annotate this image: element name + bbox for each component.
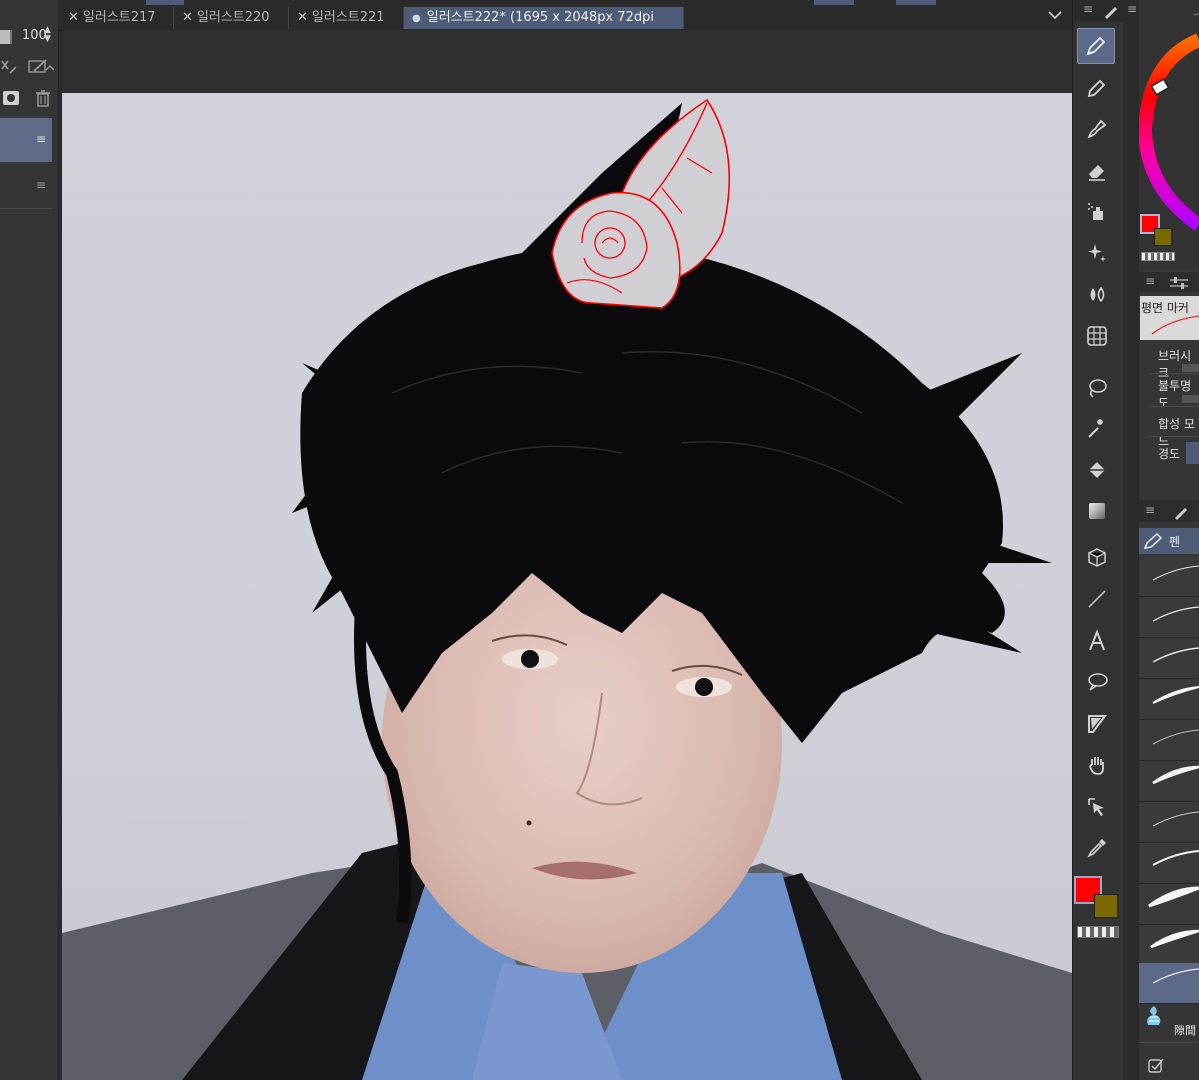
brush-preset-item[interactable]	[1139, 802, 1199, 843]
sub-color-swatch[interactable]	[1154, 228, 1172, 246]
pen-tab-icon[interactable]	[1173, 504, 1189, 524]
eyedropper-icon[interactable]	[1078, 830, 1116, 866]
hamburger-icon[interactable]: ≡	[36, 132, 46, 146]
canvas-artwork	[62, 98, 1072, 1080]
frame-border-icon[interactable]	[1078, 706, 1116, 742]
drawing-canvas[interactable]	[62, 93, 1072, 1080]
fill-icon[interactable]	[1078, 452, 1116, 488]
opacity-slider[interactable]	[0, 30, 12, 44]
transparent-color-swatch[interactable]	[1141, 252, 1175, 261]
object-select-icon[interactable]	[1078, 789, 1116, 825]
transparent-color-swatch[interactable]	[1077, 926, 1119, 938]
brush-icon[interactable]	[1078, 111, 1116, 147]
brush-preset-item[interactable]	[1139, 679, 1199, 720]
divider	[1150, 436, 1199, 437]
tab-document-active[interactable]: ●일러스트222* (1695 x 2048px 72dpi 206.0%)	[404, 7, 684, 48]
3d-object-icon[interactable]	[1078, 540, 1116, 576]
gradient-icon[interactable]	[1078, 493, 1116, 529]
hamburger-icon[interactable]: ≡	[1145, 503, 1155, 517]
blend-icon[interactable]	[1078, 276, 1116, 312]
decoration-icon[interactable]	[1078, 235, 1116, 271]
tab-label: 일러스트221	[311, 10, 385, 25]
gap-closing-pen-icon	[1143, 1003, 1165, 1027]
layer-mask-icon[interactable]	[1, 88, 21, 108]
close-icon[interactable]: ✕	[297, 10, 308, 25]
sub-tool-group-label: 펜	[1169, 535, 1181, 549]
sub-tool-header: ≡	[1139, 500, 1199, 522]
pen-tool-icon[interactable]	[1077, 28, 1115, 64]
opacity-spinner-icon[interactable]: ▲ ▼	[44, 26, 51, 44]
tab-document[interactable]: ✕ 일러스트220	[174, 7, 289, 29]
chevron-down-icon[interactable]	[1048, 8, 1062, 24]
hamburger-icon[interactable]: ≡	[1083, 2, 1093, 16]
magic-wand-icon[interactable]	[1078, 410, 1116, 446]
balloon-icon[interactable]	[1078, 664, 1116, 700]
brush-preview	[1151, 315, 1199, 335]
pen-icon	[1143, 532, 1163, 554]
reference-layer-icon[interactable]	[28, 57, 55, 77]
eraser-icon[interactable]	[1078, 153, 1116, 189]
hand-icon[interactable]	[1078, 747, 1116, 783]
tab-indicator	[814, 0, 854, 5]
divider	[1139, 1042, 1199, 1043]
brush-preset-item[interactable]	[1139, 597, 1199, 638]
brush-preset-item[interactable]	[1139, 884, 1199, 925]
pen-tab-icon[interactable]	[1103, 3, 1119, 23]
tab-label: 일러스트217	[82, 10, 156, 25]
tab-label: 일러스트220	[196, 10, 270, 25]
hardness-control[interactable]	[1186, 442, 1199, 464]
hamburger-icon[interactable]: ≡	[36, 178, 46, 192]
close-icon[interactable]: ✕	[68, 10, 79, 25]
layer-opacity-control[interactable]: 100 ▲ ▼	[0, 24, 58, 50]
tool-property-title: 평면 마커	[1140, 296, 1199, 340]
brush-preset-item[interactable]	[1139, 925, 1199, 966]
sub-tool-settings-icon[interactable]	[1147, 1056, 1165, 1074]
clip-layer-icon[interactable]	[0, 57, 20, 77]
tool-property-header: ≡	[1139, 272, 1199, 292]
tab-indicator	[146, 0, 184, 5]
close-icon[interactable]: ✕	[182, 10, 193, 25]
delete-layer-icon[interactable]	[33, 88, 53, 108]
brush-preset-item[interactable]	[1139, 556, 1199, 597]
text-icon[interactable]	[1078, 623, 1116, 659]
hamburger-icon[interactable]: ≡	[1145, 274, 1155, 288]
sub-color-swatch[interactable]	[1094, 894, 1118, 918]
brush-preset-item[interactable]	[1139, 638, 1199, 679]
divider	[1150, 373, 1199, 374]
layer-panel: 100 ▲ ▼ ≡ ≡	[0, 0, 59, 1080]
tab-document[interactable]: ✕ 일러스트217	[60, 7, 174, 29]
tool-palette-header: ≡	[1073, 0, 1123, 22]
brush-preset-item[interactable]	[1139, 843, 1199, 884]
panel-dock-strip	[1123, 0, 1139, 1080]
brush-preset-item[interactable]	[1139, 761, 1199, 802]
unsaved-dot-icon: ●	[412, 13, 421, 24]
divider	[1150, 406, 1199, 407]
tab-document[interactable]: ✕ 일러스트221	[289, 7, 404, 29]
brush-preset-item-selected[interactable]	[1139, 963, 1199, 1004]
sliders-icon[interactable]	[1169, 275, 1189, 294]
airbrush-icon[interactable]	[1078, 193, 1116, 229]
canvas-background	[62, 30, 1072, 93]
lasso-icon[interactable]	[1078, 370, 1116, 406]
document-tab-bar: ✕ 일러스트217 ✕ 일러스트220 ✕ 일러스트221 ● 일러스트222* (16…	[58, 0, 1072, 48]
brush-preset-label[interactable]: 隙間	[1174, 1022, 1196, 1038]
hardness-label: 경도	[1158, 447, 1181, 461]
pencil-icon[interactable]	[1078, 70, 1116, 106]
layer-item-selected[interactable]: ≡	[0, 118, 52, 162]
brush-preset-item[interactable]	[1139, 720, 1199, 761]
sub-tool-group-pen[interactable]: 펜	[1139, 528, 1199, 554]
figure-icon[interactable]	[1078, 318, 1116, 354]
opacity-slider[interactable]	[1182, 395, 1199, 403]
tab-indicator	[896, 0, 936, 5]
line-icon[interactable]	[1078, 581, 1116, 617]
brush-size-slider[interactable]	[1182, 364, 1199, 372]
layer-item[interactable]: ≡	[0, 164, 52, 209]
hamburger-icon[interactable]: ≡	[1127, 2, 1137, 16]
